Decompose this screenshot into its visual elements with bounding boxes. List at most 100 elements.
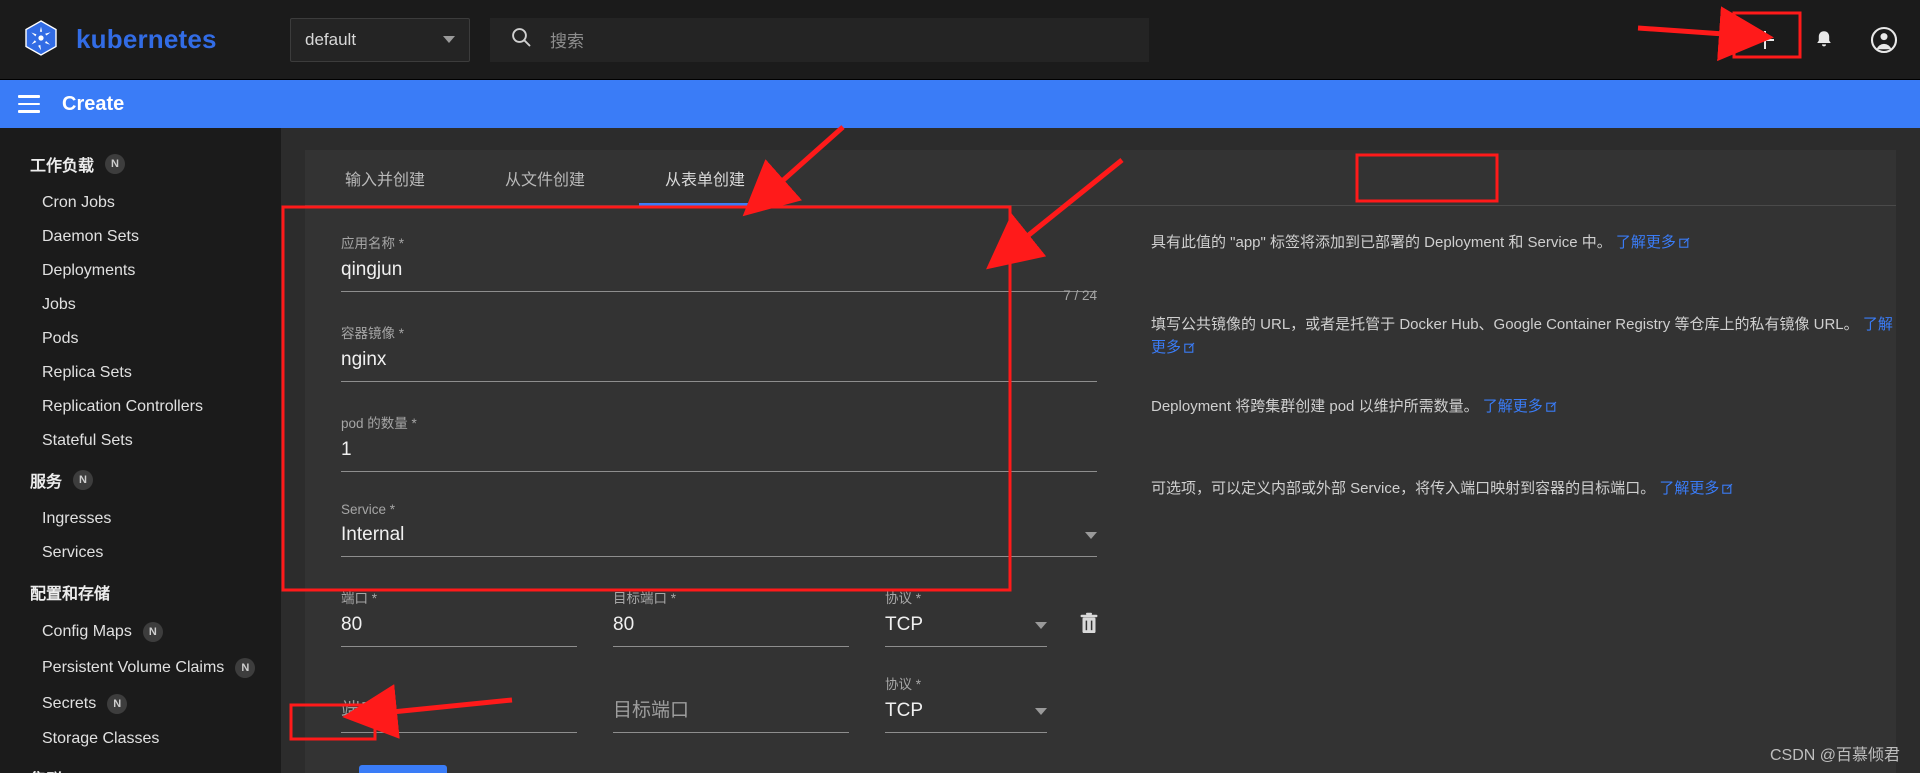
watermark: CSDN @百慕倾君 xyxy=(1769,747,1900,764)
chevron-down-icon xyxy=(1035,621,1047,629)
sidebar-item-label: Persistent Volume Claims xyxy=(42,659,225,676)
sidebar-item-secrets[interactable]: Secrets N xyxy=(0,686,281,722)
help-service: 可选项，可以定义内部或外部 Service，将传入端口映射到容器的目标端口。 了… xyxy=(1151,478,1896,560)
sidebar-item-pods[interactable]: Pods xyxy=(0,322,281,356)
namespaced-badge: N xyxy=(142,622,163,642)
tab-create-from-input[interactable]: 输入并创建 xyxy=(305,150,465,205)
tab-create-from-form[interactable]: 从表单创建 xyxy=(625,150,785,206)
hamburger-menu-icon[interactable] xyxy=(18,90,40,118)
pod-count-field: pod 的数量 * 1 xyxy=(323,412,1115,472)
port-input[interactable]: 端口 xyxy=(341,695,577,733)
help-text: 具有此值的 "app" 标签将添加到已部署的 Deployment 和 Serv… xyxy=(1151,234,1612,251)
help-text: 可选项，可以定义内部或外部 Service，将传入端口映射到容器的目标端口。 xyxy=(1151,480,1656,497)
sidebar-item-services[interactable]: Services xyxy=(0,536,281,570)
main-content: 输入并创建 从文件创建 从表单创建 应用名称 * qingjun 7 / 24 … xyxy=(281,128,1920,773)
help-app-name: 具有此值的 "app" 标签将添加到已部署的 Deployment 和 Serv… xyxy=(1151,232,1896,314)
protocol-select[interactable]: TCP xyxy=(885,700,1047,733)
protocol-field: 协议 * TCP xyxy=(867,587,1065,647)
sidebar-item-storage-classes[interactable]: Storage Classes xyxy=(0,722,281,756)
sidebar-item-deployments[interactable]: Deployments xyxy=(0,254,281,288)
sidebar-item-cron-jobs[interactable]: Cron Jobs xyxy=(0,186,281,220)
service-value: Internal xyxy=(341,524,405,545)
bell-icon[interactable] xyxy=(1812,28,1836,52)
sidebar-item-label: Replication Controllers xyxy=(42,398,203,415)
search-input[interactable]: 搜索 xyxy=(550,27,584,52)
external-link-icon xyxy=(1679,233,1690,256)
target-port-field: 目标端口 xyxy=(595,688,867,733)
service-select[interactable]: Internal xyxy=(341,524,1097,557)
pod-count-label: pod 的数量 * xyxy=(341,416,417,431)
sidebar-section-cluster: 集群 xyxy=(0,756,281,773)
sidebar-item-replication-controllers[interactable]: Replication Controllers xyxy=(0,390,281,424)
search-bar[interactable]: 搜索 xyxy=(490,17,1149,62)
sidebar-item-config-maps[interactable]: Config Maps N xyxy=(0,614,281,650)
sidebar-section-label: 工作负载 xyxy=(30,158,95,175)
form-help: 具有此值的 "app" 标签将添加到已部署的 Deployment 和 Serv… xyxy=(1115,206,1896,773)
sidebar-item-replica-sets[interactable]: Replica Sets xyxy=(0,356,281,390)
learn-more-link[interactable]: 了解更多 xyxy=(1659,480,1719,497)
help-text: Deployment 将跨集群创建 pod 以维护所需数量。 xyxy=(1151,398,1479,415)
deploy-button[interactable]: 部署 xyxy=(359,765,448,773)
tab-label: 从表单创建 xyxy=(664,171,745,189)
sidebar-item-daemon-sets[interactable]: Daemon Sets xyxy=(0,220,281,254)
service-field: Service * Internal xyxy=(323,502,1115,557)
sidebar-item-label: Cron Jobs xyxy=(42,194,115,211)
sidebar-item-label: Jobs xyxy=(42,296,76,313)
pod-count-input[interactable]: 1 xyxy=(341,439,1097,472)
target-port-input[interactable]: 80 xyxy=(613,614,849,647)
external-link-icon xyxy=(1722,479,1733,502)
protocol-label: 协议 * xyxy=(885,677,922,692)
tab-create-from-file[interactable]: 从文件创建 xyxy=(465,150,625,205)
account-circle-icon[interactable] xyxy=(1870,26,1898,54)
trash-icon xyxy=(1080,612,1098,633)
sidebar[interactable]: 工作负载 N Cron Jobs Daemon Sets Deployments… xyxy=(0,128,281,773)
protocol-field: 协议 * TCP xyxy=(867,673,1065,733)
namespaced-badge: N xyxy=(105,154,126,174)
create-card: 输入并创建 从文件创建 从表单创建 应用名称 * qingjun 7 / 24 … xyxy=(305,150,1896,773)
port-input[interactable]: 80 xyxy=(341,614,577,647)
plus-icon[interactable] xyxy=(1752,27,1778,53)
learn-more-link[interactable]: 了解更多 xyxy=(1616,234,1676,251)
delete-port-row-button[interactable] xyxy=(1065,612,1099,647)
sidebar-section-config-storage: 配置和存储 xyxy=(0,570,281,614)
sidebar-item-label: Stateful Sets xyxy=(42,432,133,449)
protocol-value: TCP xyxy=(885,614,923,635)
sidebar-item-ingresses[interactable]: Ingresses xyxy=(0,502,281,536)
sidebar-item-label: Secrets xyxy=(42,695,97,712)
sidebar-item-label: Storage Classes xyxy=(42,730,160,747)
page-title: Create xyxy=(62,92,125,115)
namespaced-badge: N xyxy=(73,470,94,490)
container-image-label: 容器镜像 * xyxy=(341,326,405,341)
external-link-icon xyxy=(1546,397,1557,420)
app-name-counter: 7 / 24 xyxy=(1063,288,1097,303)
form-fields: 应用名称 * qingjun 7 / 24 容器镜像 * nginx pod 的… xyxy=(305,206,1115,773)
protocol-value: TCP xyxy=(885,700,923,721)
help-container-image: 填写公共镜像的 URL，或者是托管于 Docker Hub、Google Con… xyxy=(1151,314,1896,396)
namespaced-badge: N xyxy=(235,658,256,678)
help-text: 填写公共镜像的 URL，或者是托管于 Docker Hub、Google Con… xyxy=(1151,316,1859,333)
kubernetes-helm-logo-icon xyxy=(20,19,62,61)
sidebar-item-label: Ingresses xyxy=(42,510,112,527)
container-image-input[interactable]: nginx xyxy=(341,349,1097,382)
namespaced-badge: N xyxy=(107,694,128,714)
brand[interactable]: kubernetes xyxy=(20,19,272,61)
form-actions: 部署 取消 显示高级选项 xyxy=(323,759,1115,773)
namespace-selector[interactable]: default xyxy=(290,17,470,62)
sidebar-section-label: 集群 xyxy=(30,766,62,773)
header-actions xyxy=(1752,0,1898,80)
sidebar-section-workloads: 工作负载 N xyxy=(0,142,281,186)
sidebar-item-label: Daemon Sets xyxy=(42,228,139,245)
sidebar-item-jobs[interactable]: Jobs xyxy=(0,288,281,322)
sidebar-item-stateful-sets[interactable]: Stateful Sets xyxy=(0,424,281,458)
target-port-input[interactable]: 目标端口 xyxy=(613,695,849,733)
app-name-label: 应用名称 * xyxy=(341,236,405,251)
sidebar-item-label: Services xyxy=(42,544,104,561)
sidebar-item-persistent-volume-claims[interactable]: Persistent Volume Claims N xyxy=(0,650,281,686)
learn-more-link[interactable]: 了解更多 xyxy=(1483,398,1543,415)
tab-label: 从文件创建 xyxy=(504,171,585,189)
app-name-field: 应用名称 * qingjun 7 / 24 xyxy=(323,232,1115,303)
app-name-input[interactable]: qingjun xyxy=(341,259,1097,292)
tab-label: 输入并创建 xyxy=(344,171,425,189)
chevron-down-icon xyxy=(443,36,455,43)
protocol-select[interactable]: TCP xyxy=(885,614,1047,647)
